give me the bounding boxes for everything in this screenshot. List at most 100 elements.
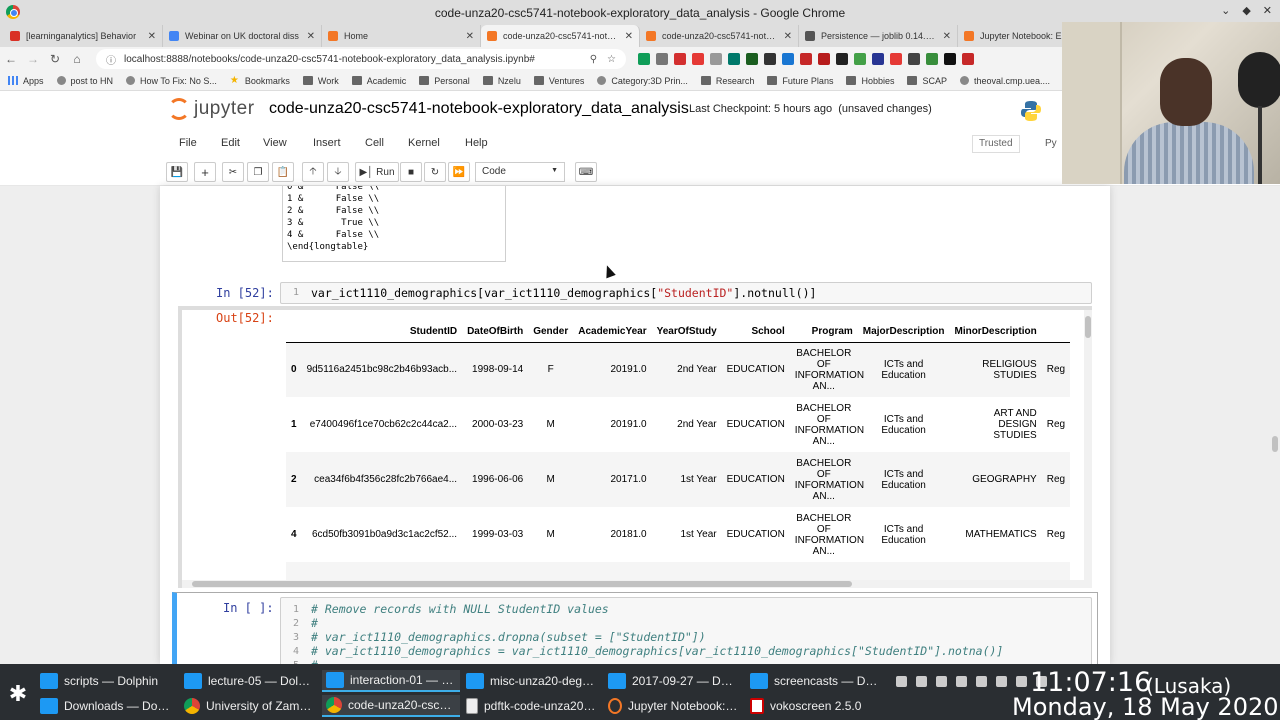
menu-edit[interactable]: Edit [221,137,240,149]
bookmark-item[interactable]: Category:3D Prin... [597,76,688,86]
extension-icon[interactable] [674,53,686,65]
restart-icon[interactable]: ↻ [424,162,446,182]
extension-icon[interactable] [908,53,920,65]
taskbar-task[interactable]: pdftk-code-unza20-c... [462,695,600,717]
extension-icon[interactable] [656,53,668,65]
bookmark-item[interactable]: Nzelu [482,76,521,86]
volume-icon[interactable] [976,676,987,687]
clock-date[interactable]: Monday, 18 May 2020 [1012,693,1279,720]
close-tab-icon[interactable]: ✕ [148,31,156,42]
taskbar-task[interactable]: scripts — Dolphin [36,670,174,692]
cut-icon[interactable]: ✂ [222,162,244,182]
horizontal-scrollbar[interactable] [182,580,1092,588]
taskbar-task[interactable]: screencasts — Dolp... [746,670,886,692]
close-tab-icon[interactable]: ✕ [466,31,474,42]
back-icon[interactable]: ← [0,52,22,66]
vertical-scrollbar[interactable] [1084,310,1092,580]
cell-type-select[interactable]: Code ▼ [475,162,565,182]
browser-tab[interactable]: code-unza20-csc5741-notebo ✕ [640,25,799,47]
browser-tab[interactable]: Webinar on UK doctoral diss ✕ [163,25,322,47]
bookmark-item[interactable]: Personal [419,76,470,86]
bookmark-item[interactable]: ★ Bookmarks [230,76,290,86]
bookmark-item[interactable]: Hobbies [846,76,894,86]
minimize-icon[interactable]: ⌄ [1221,4,1230,17]
move-up-icon[interactable]: 🡡 [302,162,324,182]
close-tab-icon[interactable]: ✕ [943,31,951,42]
page-scrollbar[interactable] [1270,186,1278,664]
taskbar-task[interactable]: misc-unza20-degree... [462,670,600,692]
tray-app-icon[interactable] [896,676,907,687]
taskbar-task[interactable]: Jupyter Notebook: E... [604,695,742,717]
extension-icon[interactable] [710,53,722,65]
scrollbar-thumb[interactable] [192,581,852,587]
bookmark-item[interactable]: SCAP [907,76,947,86]
extension-icon[interactable] [854,53,866,65]
maximize-icon[interactable]: ◆ [1242,4,1250,17]
keyboard-icon[interactable]: ⌨ [575,162,597,182]
taskbar-task[interactable]: code-unza20-csc574... [322,695,460,717]
browser-tab[interactable]: code-unza20-csc5741-notebo ✕ [481,25,640,47]
extension-icon[interactable] [782,53,794,65]
jupyter-logo[interactable]: jupyter [168,98,255,120]
reload-icon[interactable]: ↻ [44,52,66,66]
menu-cell[interactable]: Cell [365,137,384,149]
extension-icon[interactable] [638,53,650,65]
close-window-icon[interactable]: ✕ [1263,4,1272,17]
bookmark-item[interactable]: Ventures [533,76,584,86]
app-launcher-icon[interactable]: ✱ [6,682,30,706]
interrupt-icon[interactable]: ■ [400,162,422,182]
paste-icon[interactable]: 📋 [272,162,294,182]
extension-icon[interactable] [872,53,884,65]
lock-icon[interactable] [956,676,967,687]
extension-icon[interactable] [692,53,704,65]
restart-run-all-icon[interactable]: ⏩ [448,162,470,182]
bookmark-item[interactable]: post to HN [56,76,113,86]
extension-icon[interactable] [764,53,776,65]
scrollbar-thumb[interactable] [1085,316,1091,338]
menu-view[interactable]: View [263,137,287,149]
menu-kernel[interactable]: Kernel [408,137,440,149]
forward-icon[interactable]: → [22,52,44,66]
extension-icon[interactable] [962,53,974,65]
extension-icon[interactable] [926,53,938,65]
menu-insert[interactable]: Insert [313,137,341,149]
extension-icon[interactable] [836,53,848,65]
bookmark-item[interactable]: Future Plans [767,76,833,86]
close-tab-icon[interactable]: ✕ [307,31,315,42]
bookmark-star-icon[interactable]: ☆ [607,54,616,65]
menu-help[interactable]: Help [465,137,488,149]
taskbar-task[interactable]: University of Zambi... [180,695,318,717]
bookmark-item[interactable]: How To Fix: No S... [126,76,217,86]
close-tab-icon[interactable]: ✕ [784,31,792,42]
extension-icon[interactable] [800,53,812,65]
browser-tab[interactable]: Home ✕ [322,25,481,47]
site-info-icon[interactable]: ⓘ [106,52,116,67]
run-button[interactable]: ▶│ Run [355,162,399,182]
extension-icon[interactable] [944,53,956,65]
bookmark-item[interactable]: Academic [351,76,406,86]
add-cell-icon[interactable]: + [194,162,216,182]
clipboard-icon[interactable] [936,676,947,687]
taskbar-task[interactable]: 2017-09-27 — Dolphin [604,670,742,692]
bookmark-item[interactable]: theoval.cmp.uea.... [960,76,1050,86]
browser-tab[interactable]: [learninganalytics] Behavior ✕ [4,25,163,47]
close-tab-icon[interactable]: ✕ [625,31,633,42]
taskbar-task[interactable]: Downloads — Dolph... [36,695,174,717]
zoom-search-icon[interactable]: ⚲ [590,54,597,65]
home-icon[interactable]: ⌂ [66,52,88,66]
notebook-name[interactable]: code-unza20-csc5741-notebook-exploratory… [269,100,689,118]
bookmark-item[interactable]: Work [302,76,339,86]
chrome-tray-icon[interactable] [996,676,1007,687]
code-cell-input[interactable]: 1 # Remove records with NULL StudentID va… [280,597,1092,664]
extension-icon[interactable] [746,53,758,65]
selected-cell[interactable]: In [ ]: 1 # Remove records with NULL Stud… [172,592,1098,664]
bookmark-item[interactable]: Apps [8,76,44,86]
save-icon[interactable]: 💾 [166,162,188,182]
taskbar-task[interactable]: vokoscreen 2.5.0 [746,695,886,717]
tray-app-icon[interactable] [916,676,927,687]
copy-icon[interactable]: ❐ [247,162,269,182]
bookmark-item[interactable]: Research [700,76,754,86]
menu-file[interactable]: File [179,137,197,149]
extension-icon[interactable] [728,53,740,65]
browser-tab[interactable]: Persistence — joblib 0.14.1.dev ✕ [799,25,958,47]
